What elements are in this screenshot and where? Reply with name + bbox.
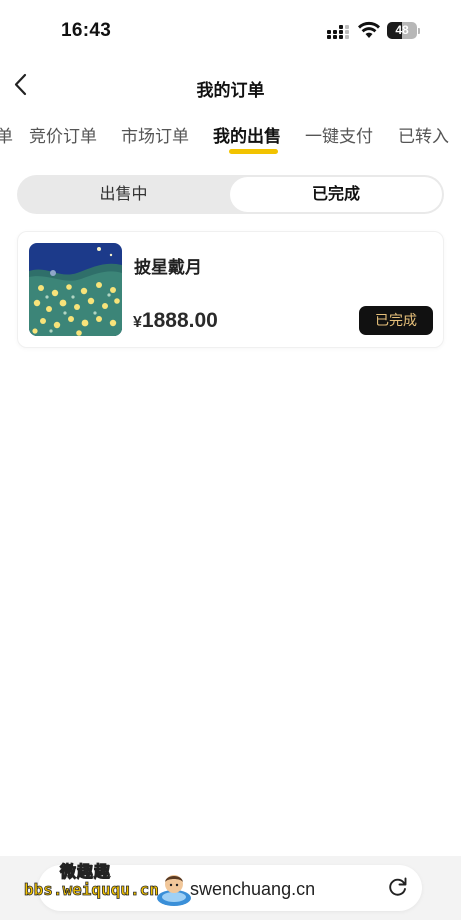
wifi-icon bbox=[358, 21, 380, 38]
reload-icon[interactable] bbox=[387, 876, 409, 898]
tab-market-orders[interactable]: 市场订单 bbox=[121, 122, 189, 147]
watermark-mascot-icon bbox=[157, 875, 191, 906]
active-tab-indicator bbox=[229, 149, 278, 154]
status-time: 16:43 bbox=[61, 20, 112, 41]
tab-transferred-in[interactable]: 已转入 bbox=[398, 122, 449, 147]
currency-symbol: ¥ bbox=[133, 314, 142, 331]
tab-one-click-pay[interactable]: 一键支付 bbox=[305, 122, 373, 147]
watermark-url: bbs.weiququ.cn bbox=[24, 880, 160, 900]
order-price: ¥1888.00 bbox=[133, 309, 218, 333]
tab-my-sales[interactable]: 我的出售 bbox=[213, 122, 281, 147]
order-status-badge: 已完成 bbox=[359, 306, 433, 335]
order-card[interactable]: 披星戴月 ¥1888.00 已完成 bbox=[17, 231, 444, 348]
price-value: 1888.00 bbox=[141, 309, 218, 332]
watermark-logo-text: 微趣趣 bbox=[59, 864, 112, 882]
tab-bid-orders[interactable]: 竞价订单 bbox=[29, 122, 97, 147]
cellular-signal-icon bbox=[327, 25, 351, 39]
segment-on-sale[interactable]: 出售中 bbox=[17, 175, 230, 214]
artwork-thumbnail bbox=[29, 243, 122, 336]
tab-partial[interactable]: 单 bbox=[0, 122, 13, 147]
status-segmented-control: 出售中 已完成 bbox=[17, 175, 444, 214]
status-bar: 16:43 48 bbox=[0, 0, 461, 62]
page-title: 我的订单 bbox=[196, 81, 265, 100]
artwork-name: 披星戴月 bbox=[134, 258, 202, 277]
nav-header: 我的订单 bbox=[0, 62, 461, 108]
battery-level: 48 bbox=[395, 23, 409, 37]
segment-completed[interactable]: 已完成 bbox=[230, 177, 442, 212]
battery-icon: 48 bbox=[387, 22, 421, 39]
address-url: swenchuang.cn bbox=[190, 879, 316, 899]
